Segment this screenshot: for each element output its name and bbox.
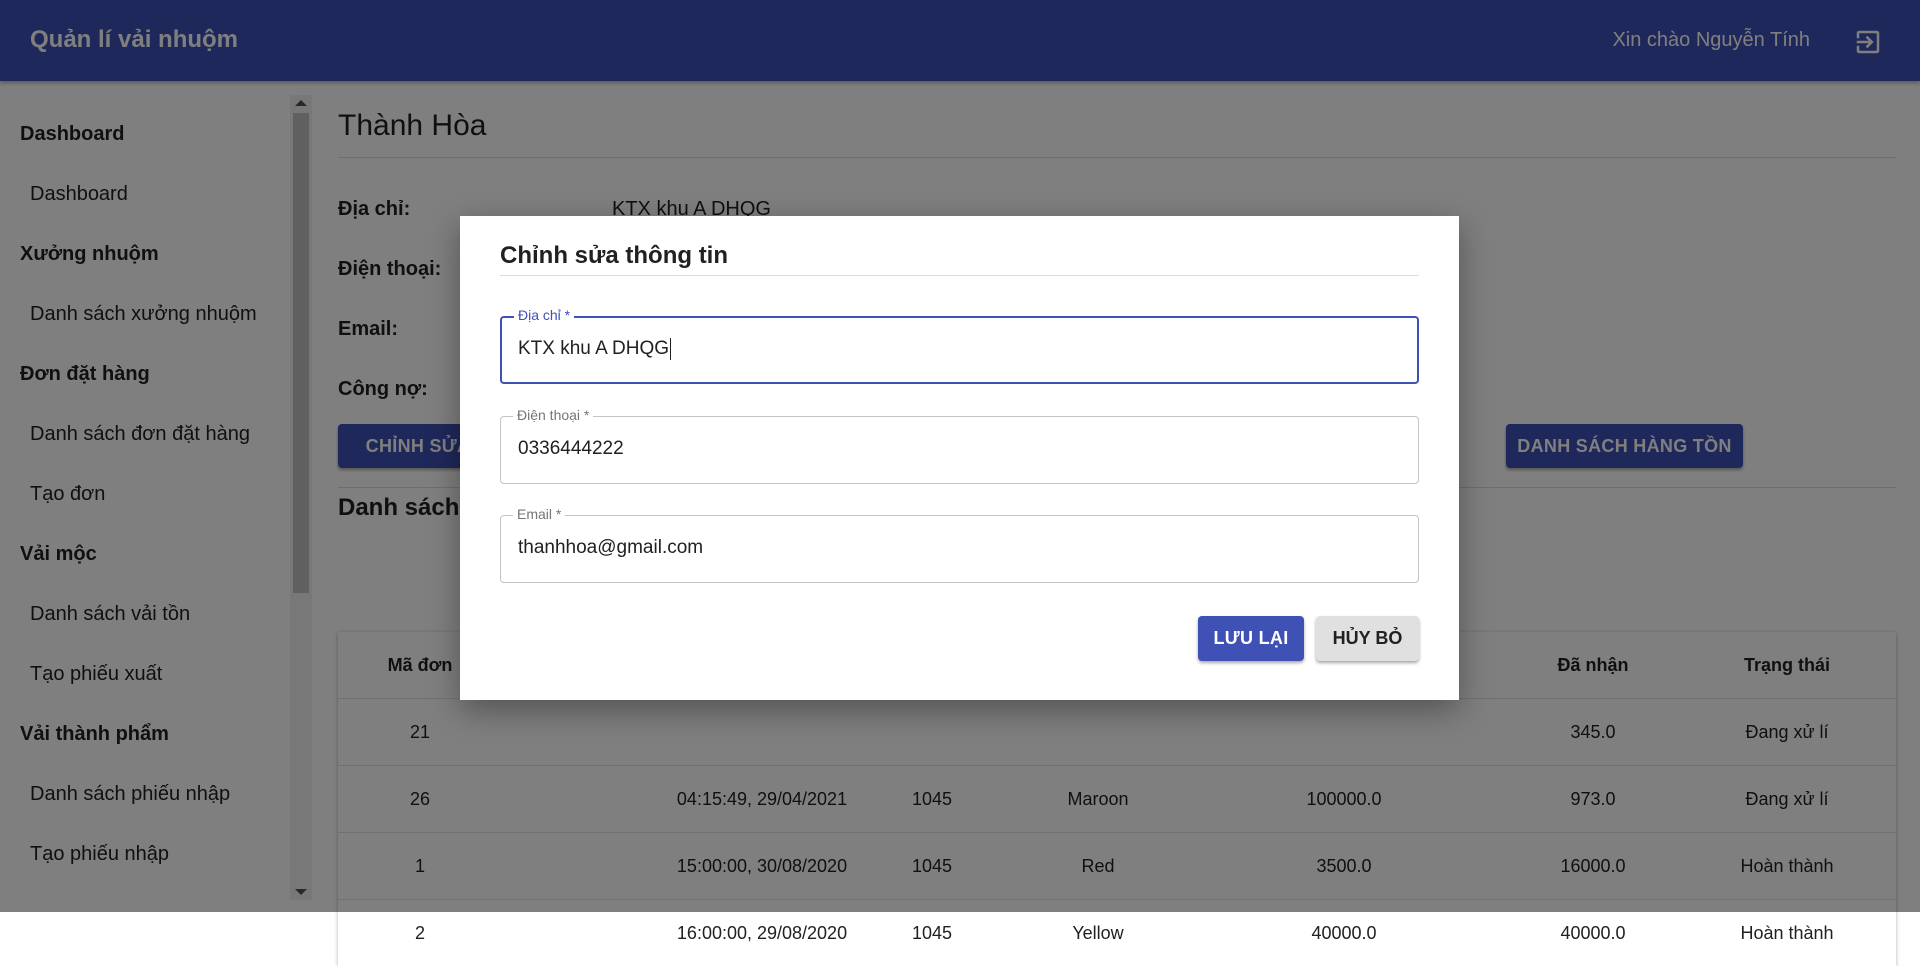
phone-field-input[interactable]: 0336444222 (518, 438, 624, 460)
text-caret (670, 338, 671, 360)
address-field-label: Địa chỉ * (514, 307, 575, 323)
address-field-input[interactable]: KTX khu A DHQG (518, 338, 671, 360)
address-field[interactable]: Địa chỉ * KTX khu A DHQG (500, 307, 1419, 384)
dialog-divider (500, 275, 1419, 276)
phone-field-label: Điện thoại * (513, 407, 594, 423)
phone-field[interactable]: Điện thoại * 0336444222 (500, 407, 1419, 484)
cancel-button[interactable]: HỦY BỎ (1316, 616, 1419, 661)
dialog-title: Chỉnh sửa thông tin (500, 242, 729, 269)
email-field-label: Email * (513, 506, 566, 522)
edit-info-dialog: Chỉnh sửa thông tin Địa chỉ * KTX khu A … (460, 216, 1459, 700)
save-button[interactable]: LƯU LẠI (1198, 616, 1304, 661)
email-field-input[interactable]: thanhhoa@gmail.com (518, 537, 703, 559)
email-field[interactable]: Email * thanhhoa@gmail.com (500, 506, 1419, 583)
